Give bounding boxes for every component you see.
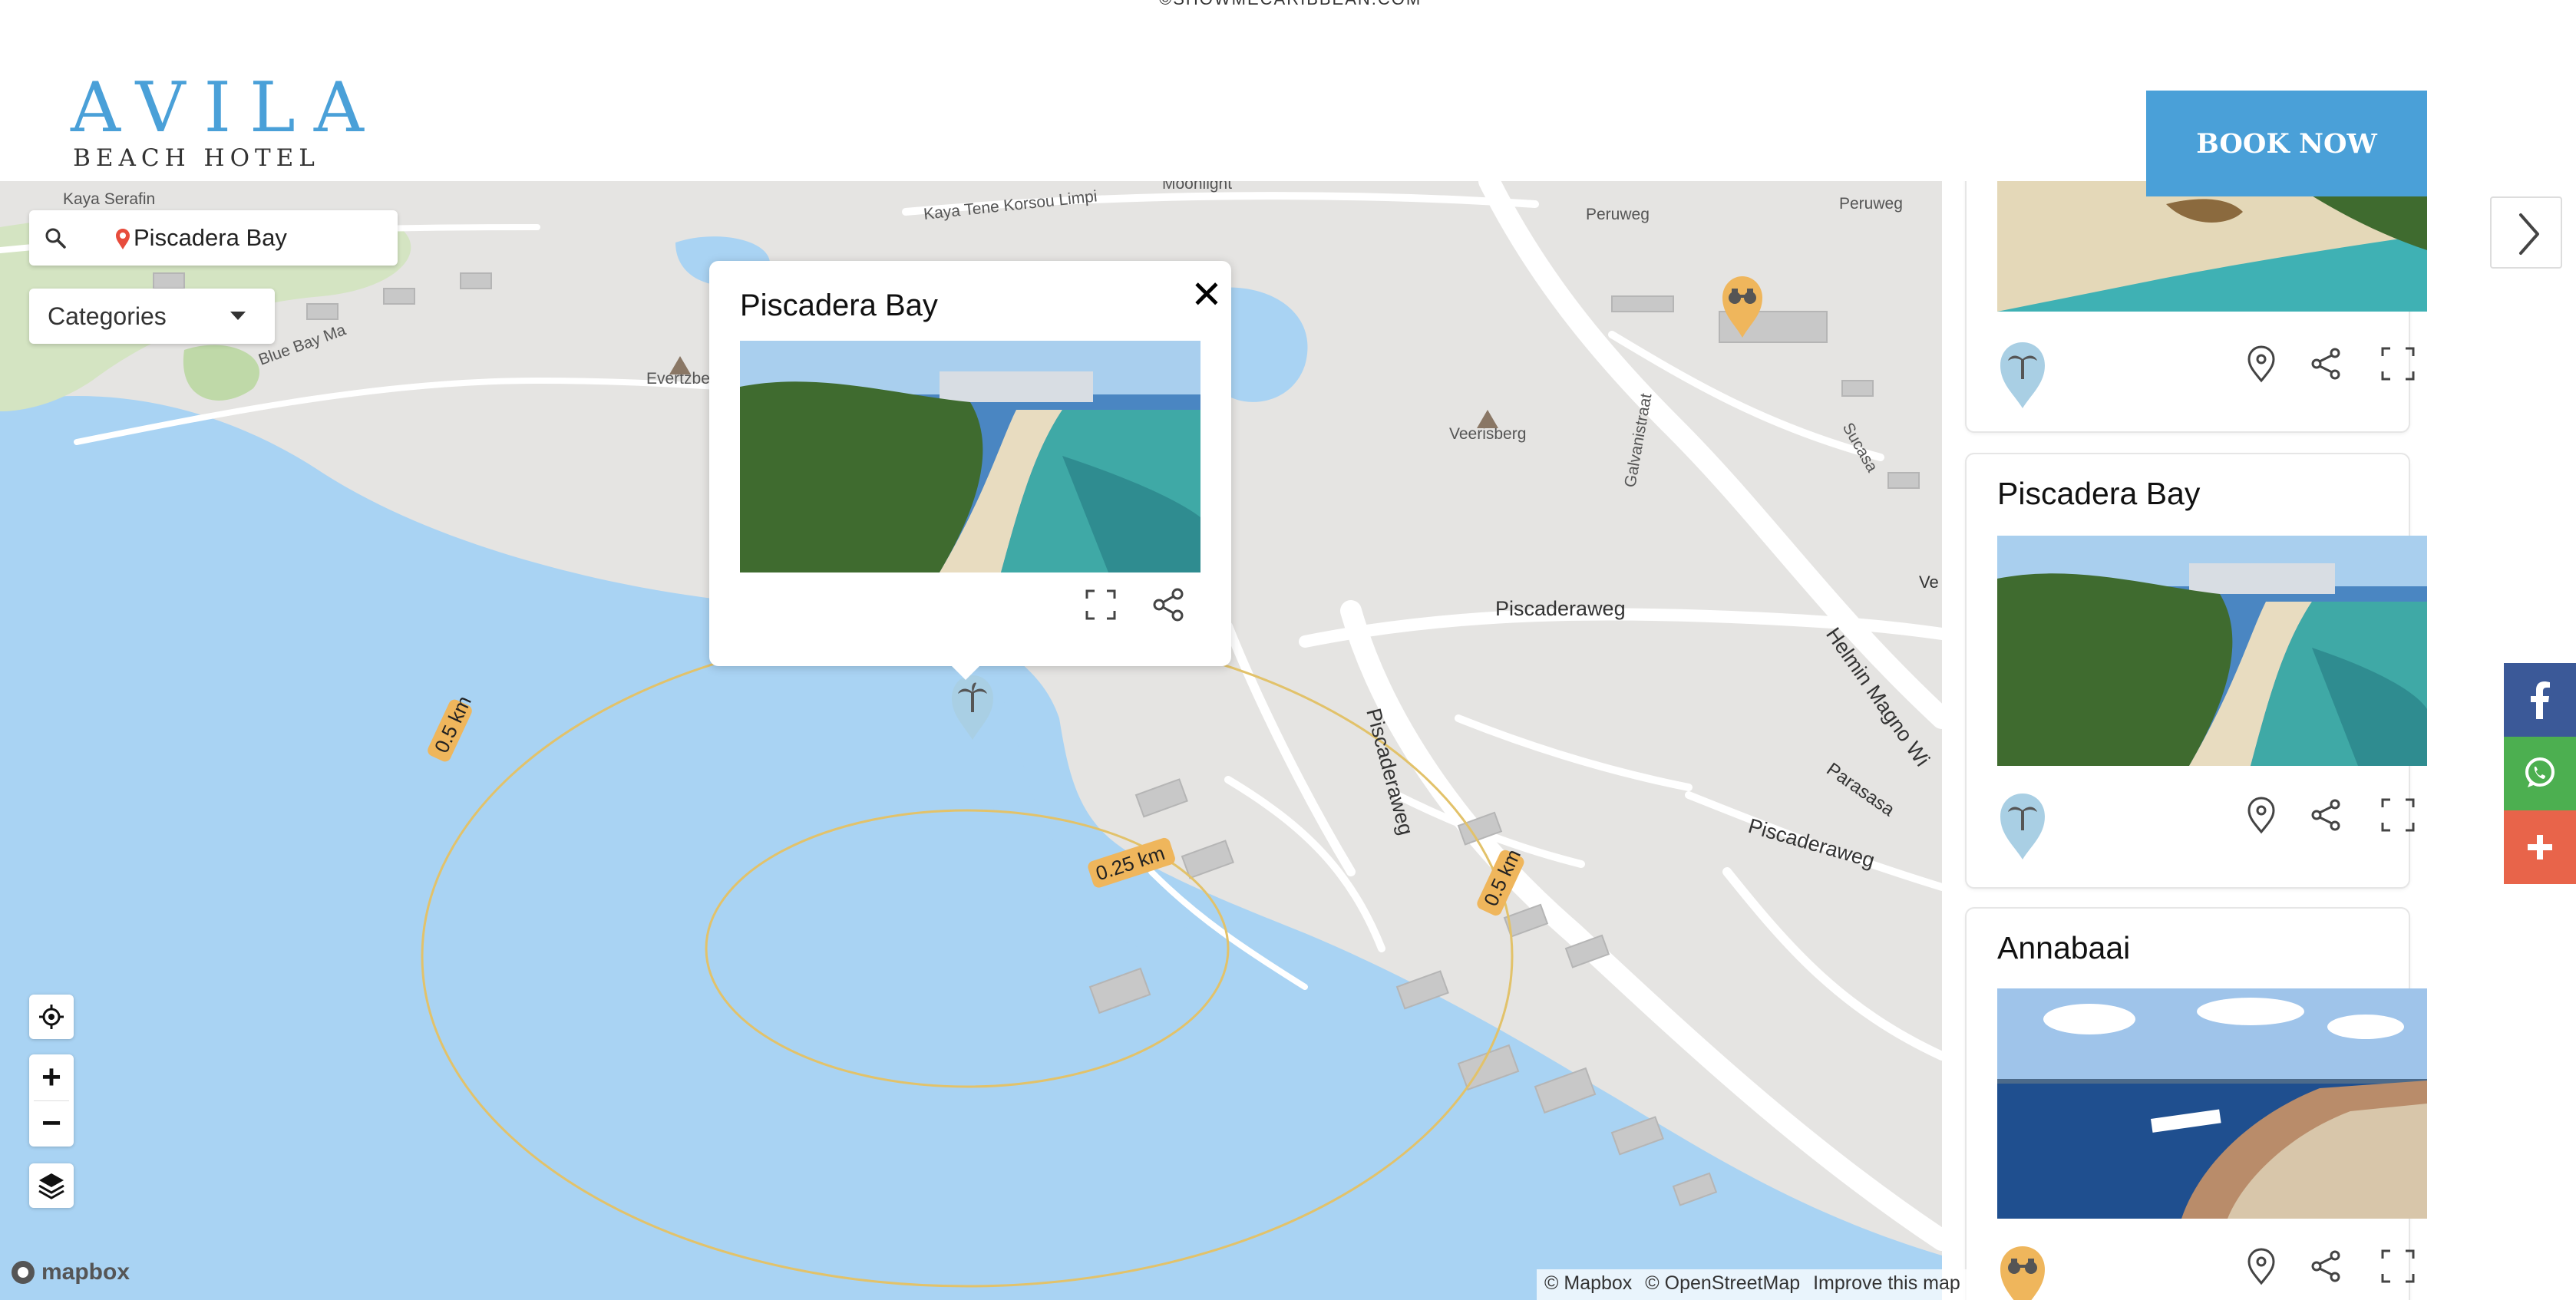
layers-button[interactable] [29, 1163, 74, 1208]
expand-icon[interactable] [2376, 342, 2419, 385]
location-card[interactable]: Annabaai [1967, 909, 2427, 1300]
search-input[interactable] [134, 221, 379, 255]
facebook-icon [2531, 681, 2550, 719]
chevron-right-icon [2519, 213, 2539, 255]
beach-map-marker[interactable] [949, 672, 996, 741]
next-button[interactable] [2490, 196, 2562, 269]
sidebar-list[interactable]: Piscadera Bay Annabaai [1942, 181, 2479, 1300]
search-icon [45, 228, 66, 249]
share-icon[interactable] [1150, 586, 1187, 623]
street-label: Kaya Serafin [63, 190, 155, 208]
whatsapp-share-button[interactable] [2504, 737, 2576, 810]
mapbox-label: mapbox [41, 1259, 130, 1285]
photo-credit: ©SHOWMECARIBBEAN.COM [1159, 0, 1422, 9]
popup-title: Piscadera Bay [740, 289, 938, 322]
search-box[interactable] [29, 210, 398, 266]
location-card[interactable] [1967, 181, 2427, 431]
mapbox-icon [12, 1261, 35, 1284]
attribution-mapbox-link[interactable]: © Mapbox [1544, 1272, 1632, 1294]
categories-label: Categories [48, 302, 167, 330]
zoom-controls: + − [29, 1054, 74, 1147]
categories-dropdown[interactable]: Categories [29, 289, 275, 344]
popup-photo[interactable] [740, 341, 1200, 572]
attribution-osm-link[interactable]: © OpenStreetMap [1645, 1272, 1800, 1294]
location-popup: Piscadera Bay ✕ [709, 261, 1231, 680]
card-title: Annabaai [1997, 930, 2131, 965]
expand-icon[interactable] [2376, 794, 2419, 836]
locate-button[interactable] [29, 995, 74, 1039]
logo-sub-text: BEACH HOTEL [73, 144, 320, 172]
locate-icon [39, 1005, 64, 1029]
improve-map-link[interactable]: Improve this map [1813, 1272, 1960, 1294]
logo-main-text: AVILA [71, 68, 382, 148]
zoom-out-button[interactable]: − [29, 1100, 74, 1147]
more-share-button[interactable] [2504, 810, 2576, 884]
facebook-share-button[interactable] [2504, 663, 2576, 737]
street-label: Moonlight [1162, 181, 1232, 193]
card-title: Piscadera Bay [1997, 476, 2201, 511]
mapbox-logo[interactable]: mapbox [9, 1259, 130, 1286]
palm-tree-icon [2000, 342, 2045, 408]
street-label: Piscaderaweg [1495, 597, 1626, 620]
close-icon[interactable]: ✕ [1190, 276, 1224, 314]
map-attribution: © Mapbox © OpenStreetMap Improve this ma… [1537, 1269, 1976, 1300]
expand-icon[interactable] [1082, 586, 1119, 623]
map-pin-icon[interactable] [2240, 794, 2283, 836]
pin-icon [116, 229, 130, 249]
layers-icon [38, 1173, 64, 1199]
card-photo[interactable] [1997, 181, 2427, 312]
chevron-down-icon [230, 312, 246, 320]
card-photo[interactable] [1997, 988, 2427, 1219]
avila-logo[interactable]: AVILA BEACH HOTEL [58, 68, 382, 173]
street-label: Peruweg [1586, 206, 1650, 223]
palm-tree-icon [2000, 794, 2045, 860]
location-card[interactable]: Piscadera Bay [1967, 454, 2427, 887]
plus-icon [2528, 835, 2552, 860]
share-icon[interactable] [2304, 794, 2347, 836]
card-photo[interactable] [1997, 536, 2427, 766]
map-pin-icon[interactable] [2240, 1245, 2283, 1288]
share-icon[interactable] [2304, 342, 2347, 385]
zoom-in-button[interactable]: + [29, 1054, 74, 1100]
expand-icon[interactable] [2376, 1245, 2419, 1288]
street-label: Ve [1919, 572, 1939, 592]
whatsapp-icon [2525, 757, 2555, 787]
street-label: Peruweg [1839, 195, 1903, 213]
share-icon[interactable] [2304, 1245, 2347, 1288]
map-pin-icon[interactable] [2240, 342, 2283, 385]
book-now-button[interactable]: BOOK NOW [2146, 91, 2427, 196]
binoculars-icon [2000, 1246, 2045, 1300]
sightseeing-map-marker[interactable] [1719, 273, 1765, 339]
